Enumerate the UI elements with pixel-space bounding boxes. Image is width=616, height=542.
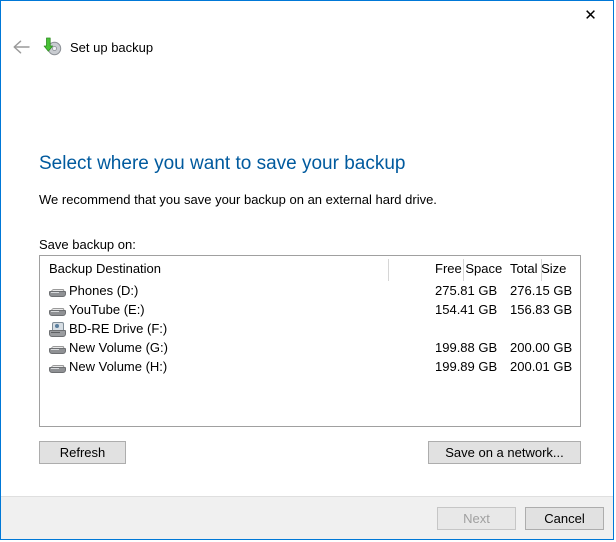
next-button[interactable]: Next: [437, 507, 516, 530]
hard-drive-icon: [49, 341, 66, 355]
table-body: Phones (D:) 275.81 GB 276.15 GB YouTube …: [40, 282, 580, 377]
drive-label: New Volume (G:): [69, 340, 168, 355]
wizard-nav-row: Set up backup: [1, 33, 153, 61]
setup-backup-window: ✕ Set up backup Select where you want to…: [0, 0, 614, 540]
cancel-button[interactable]: Cancel: [525, 507, 604, 530]
page-description: We recommend that you save your backup o…: [39, 192, 437, 207]
free-space-cell: 199.88 GB: [435, 340, 498, 355]
destination-list-label: Save backup on:: [39, 237, 136, 252]
destination-name-cell: New Volume (H:): [49, 359, 167, 374]
save-on-network-button[interactable]: Save on a network...: [428, 441, 581, 464]
table-row[interactable]: Phones (D:) 275.81 GB 276.15 GB: [40, 282, 580, 301]
total-size-cell: 276.15 GB: [510, 283, 573, 298]
close-icon: ✕: [584, 7, 597, 24]
hard-drive-icon: [49, 360, 66, 374]
back-button[interactable]: [7, 39, 37, 55]
destination-name-cell: New Volume (G:): [49, 340, 168, 355]
column-header-destination[interactable]: Backup Destination: [49, 261, 161, 276]
wizard-content: Select where you want to save your backu…: [1, 69, 613, 496]
optical-drive-icon: [49, 321, 66, 337]
table-row[interactable]: New Volume (G:) 199.88 GB 200.00 GB: [40, 339, 580, 358]
backup-icon: [41, 36, 63, 58]
window-title: Set up backup: [70, 39, 154, 55]
close-button[interactable]: ✕: [568, 1, 613, 30]
back-arrow-icon: [13, 40, 30, 54]
drive-label: YouTube (E:): [69, 302, 145, 317]
destination-name-cell: YouTube (E:): [49, 302, 145, 317]
hard-drive-icon: [49, 303, 66, 317]
free-space-cell: 199.89 GB: [435, 359, 498, 374]
column-header-free-space[interactable]: Free Space: [435, 261, 502, 276]
column-header-total-size[interactable]: Total Size: [510, 261, 566, 276]
drive-label: BD-RE Drive (F:): [69, 321, 168, 336]
refresh-button[interactable]: Refresh: [39, 441, 126, 464]
table-row[interactable]: BD-RE Drive (F:): [40, 320, 580, 339]
destination-name-cell: BD-RE Drive (F:): [49, 321, 168, 337]
drive-label: New Volume (H:): [69, 359, 168, 374]
total-size-cell: 200.01 GB: [510, 359, 573, 374]
hard-drive-icon: [49, 284, 66, 298]
total-size-cell: 156.83 GB: [510, 302, 573, 317]
column-divider[interactable]: [541, 259, 542, 281]
backup-destination-list[interactable]: Backup Destination Free Space Total Size…: [39, 255, 581, 427]
column-divider[interactable]: [388, 259, 389, 281]
column-divider[interactable]: [463, 259, 464, 281]
page-title: Select where you want to save your backu…: [39, 153, 406, 174]
destination-name-cell: Phones (D:): [49, 283, 138, 298]
dialog-footer: Next Cancel: [1, 496, 613, 539]
window-titlebar: ✕ Set up backup: [1, 1, 613, 69]
free-space-cell: 154.41 GB: [435, 302, 498, 317]
table-row[interactable]: YouTube (E:) 154.41 GB 156.83 GB: [40, 301, 580, 320]
drive-label: Phones (D:): [69, 283, 139, 298]
table-header-row: Backup Destination Free Space Total Size: [40, 256, 580, 282]
table-row[interactable]: New Volume (H:) 199.89 GB 200.01 GB: [40, 358, 580, 377]
total-size-cell: 200.00 GB: [510, 340, 573, 355]
free-space-cell: 275.81 GB: [435, 283, 498, 298]
